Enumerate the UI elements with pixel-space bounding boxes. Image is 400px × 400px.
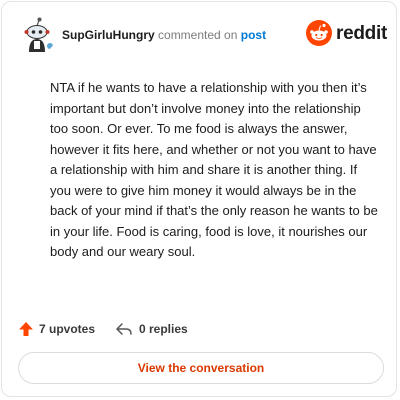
user-avatar[interactable] [18,16,56,54]
view-conversation-button[interactable]: View the conversation [18,352,384,384]
post-link[interactable]: post [241,28,266,42]
comment-actions: 7 upvotes 0 replies [18,320,378,338]
reply-button[interactable]: 0 replies [115,320,188,338]
username-link[interactable]: SupGirluHungry [62,28,155,42]
reply-arrow-icon [116,323,132,335]
reddit-snoo-icon [306,20,332,46]
reply-count: 0 replies [139,322,188,336]
comment-meta: SupGirluHungry commented on post [62,28,266,42]
comment-embed-card: SupGirluHungry commented on post reddit … [1,1,397,397]
upvote-button[interactable]: 7 upvotes [18,320,95,338]
upvote-arrow-icon [19,322,33,336]
reddit-wordmark: reddit [336,23,387,44]
reddit-logo[interactable]: reddit [306,20,387,50]
comment-body: NTA if he wants to have a relationship w… [50,80,378,259]
comment-header: SupGirluHungry commented on post reddit [18,16,387,56]
commented-on-text: commented on [158,28,238,42]
avatar-icon [18,16,56,54]
upvote-count: 7 upvotes [39,322,96,336]
